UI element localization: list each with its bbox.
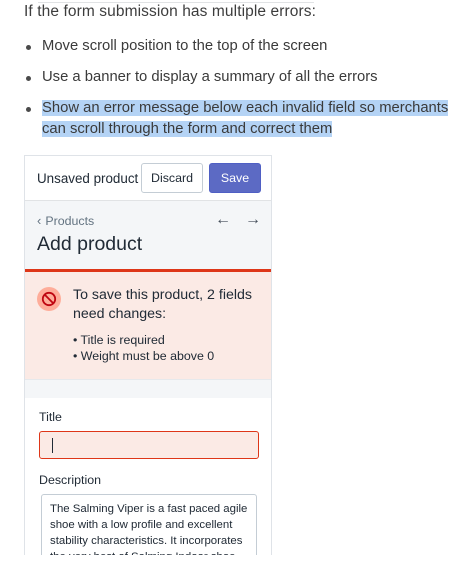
text-cursor (52, 438, 53, 453)
chevron-left-icon: ‹ (37, 213, 42, 228)
product-form-card: Title Description The Salming Viper is a… (25, 398, 271, 555)
breadcrumb-label: Products (45, 213, 95, 228)
arrow-left-icon[interactable]: ← (215, 211, 231, 229)
error-list: • Title is required • Weight must be abo… (73, 332, 259, 364)
discard-button[interactable]: Discard (141, 163, 203, 193)
list-item: Use a banner to display a summary of all… (24, 67, 464, 88)
arrow-right-icon[interactable]: → (245, 211, 261, 229)
section-gap (25, 379, 271, 398)
error-item: • Title is required (73, 333, 165, 347)
title-label: Title (39, 410, 62, 424)
product-form-mockup: Unsaved product Discard Save ‹ Products … (24, 155, 272, 555)
page-title: Add product (37, 233, 143, 255)
error-banner-title: To save this product, 2 fields need chan… (73, 287, 253, 322)
save-bar-title: Unsaved product (37, 170, 139, 186)
save-button[interactable]: Save (209, 163, 261, 193)
list-item-highlighted: Show an error message below each invalid… (24, 98, 464, 140)
guideline-list: Move scroll position to the top of the s… (24, 36, 464, 150)
description-label: Description (39, 473, 101, 487)
error-banner: To save this product, 2 fields need chan… (25, 269, 271, 379)
title-input[interactable] (39, 431, 259, 459)
pagination: ← → (201, 211, 261, 229)
contextual-save-bar: Unsaved product Discard Save (25, 156, 271, 201)
list-item: Move scroll position to the top of the s… (24, 36, 464, 57)
page-header: ‹ Products ← → Add product (25, 201, 271, 269)
intro-text: If the form submission has multiple erro… (24, 3, 317, 20)
description-field[interactable]: The Salming Viper is a fast paced agile … (41, 494, 257, 555)
error-item: • Weight must be above 0 (73, 349, 215, 363)
circle-slash-icon (37, 287, 61, 311)
